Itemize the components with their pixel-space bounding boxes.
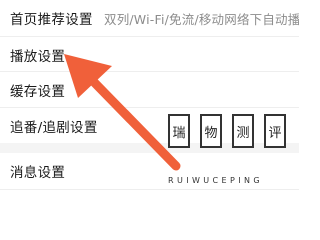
settings-row-label: 消息设置 (10, 165, 66, 181)
settings-row-label: 播放设置 (10, 49, 66, 65)
watermark-logo: 瑞 物 测 评 RUIWUCEPING (164, 110, 294, 192)
watermark-latin-text: RUIWUCEPING (168, 176, 263, 185)
settings-row-label: 追番/追剧设置 (10, 120, 98, 136)
watermark-glyph: 测 (232, 114, 254, 148)
settings-row-cache[interactable]: 缓存设置 (0, 72, 299, 108)
settings-row-label: 缓存设置 (10, 84, 66, 100)
settings-row-label: 首页推荐设置 (10, 12, 93, 28)
watermark-glyph: 瑞 (168, 114, 190, 148)
settings-screen: 首页推荐设置 双列/Wi-Fi/免流/移动网络下自动播放 播放设置 缓存设置 追… (0, 0, 299, 202)
watermark-glyph: 评 (264, 114, 286, 148)
settings-row-home-recommend[interactable]: 首页推荐设置 双列/Wi-Fi/免流/移动网络下自动播放 (0, 0, 299, 36)
settings-row-playback[interactable]: 播放设置 (0, 37, 299, 73)
watermark-glyph: 物 (200, 114, 222, 148)
settings-row-description: 双列/Wi-Fi/免流/移动网络下自动播放 (104, 11, 299, 27)
